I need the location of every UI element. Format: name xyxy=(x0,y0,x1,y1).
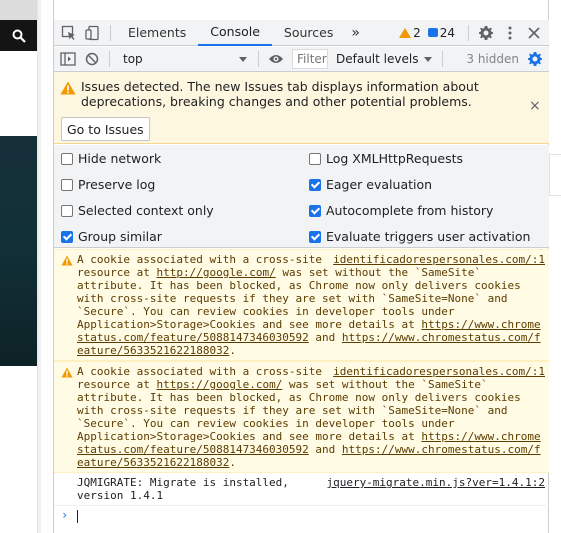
setting-eager-evaluation[interactable]: Eager evaluation xyxy=(309,177,432,192)
hidden-count: 3 hidden xyxy=(466,52,519,66)
checkbox-checked[interactable] xyxy=(309,178,321,191)
warning-icon xyxy=(60,81,76,95)
device-icon[interactable] xyxy=(81,21,105,45)
console-warning-message: identificadorespersonales.com/:1 A cooki… xyxy=(54,361,549,473)
toolbar-divider xyxy=(468,24,469,41)
issues-banner: Issues detected. The new Issues tab disp… xyxy=(54,72,549,144)
setting-hide-network[interactable]: Hide network xyxy=(61,151,161,166)
clear-icon[interactable] xyxy=(80,47,104,71)
devtools-tabbar: Elements Console Sources » 2 24 xyxy=(54,20,549,46)
setting-label: Log XMLHttpRequests xyxy=(326,151,464,166)
page-left-fragment xyxy=(0,0,40,533)
gear-icon[interactable] xyxy=(474,21,498,45)
close-icon[interactable]: × xyxy=(529,98,541,114)
message-source-link[interactable]: jquery-migrate.min.js?ver=1.4.1:2 xyxy=(326,476,545,489)
page-search-button[interactable] xyxy=(0,20,37,51)
message-text: and xyxy=(308,443,342,456)
tab-elements[interactable]: Elements xyxy=(116,20,198,46)
message-link[interactable]: http://google.com/ xyxy=(156,266,275,279)
setting-label: Evaluate triggers user activation xyxy=(326,229,531,244)
messages-count: 24 xyxy=(439,25,455,40)
devtools-panel: Elements Console Sources » 2 24 top Filt… xyxy=(53,0,549,533)
setting-group-similar[interactable]: Group similar xyxy=(61,229,162,244)
page-right-fragment xyxy=(548,0,561,533)
setting-label: Group similar xyxy=(78,229,162,244)
setting-evaluate-triggers-user-activation[interactable]: Evaluate triggers user activation xyxy=(309,229,530,244)
eye-icon[interactable] xyxy=(264,47,288,71)
checkbox[interactable] xyxy=(61,178,73,191)
setting-label: Autocomplete from history xyxy=(326,203,494,218)
chevron-down-icon xyxy=(424,56,433,62)
log-levels-dropdown[interactable]: Default levels xyxy=(336,52,433,66)
message-text: . xyxy=(229,456,236,469)
search-icon xyxy=(12,29,26,43)
sidebar-icon[interactable] xyxy=(56,47,80,71)
setting-label: Eager evaluation xyxy=(326,177,433,192)
warnings-count: 2 xyxy=(413,25,421,40)
message-text: and xyxy=(308,331,342,344)
console-prompt[interactable]: › xyxy=(54,506,549,526)
checkbox-checked[interactable] xyxy=(309,204,321,217)
settings-gear-icon[interactable] xyxy=(523,47,547,71)
message-text: . xyxy=(229,344,236,357)
toolbar-divider xyxy=(258,51,259,67)
page-ghost-input xyxy=(549,154,561,196)
page-hero-image xyxy=(0,136,37,366)
message-source-link[interactable]: identificadorespersonales.com/:1 xyxy=(333,253,545,266)
setting-label: Preserve log xyxy=(78,177,156,192)
setting-label: Selected context only xyxy=(78,203,214,218)
checkbox[interactable] xyxy=(309,152,321,165)
page-scrollbar[interactable] xyxy=(37,0,41,533)
checkbox-checked[interactable] xyxy=(309,230,321,243)
message-link[interactable]: https://google.com/ xyxy=(156,378,282,391)
more-tabs-button[interactable]: » xyxy=(345,20,366,46)
context-selector[interactable]: top xyxy=(115,49,253,69)
prompt-chevron-icon: › xyxy=(61,508,69,522)
page-topbar xyxy=(0,0,40,20)
setting-log-xmlhttprequests[interactable]: Log XMLHttpRequests xyxy=(309,151,463,166)
go-to-issues-button[interactable]: Go to Issues xyxy=(61,117,150,141)
issues-counter[interactable]: 2 24 xyxy=(399,26,455,40)
console-toolbar: top Filter Default levels 3 hidden xyxy=(54,47,549,72)
console-warning-message: identificadorespersonales.com/:1 A cooki… xyxy=(54,249,549,361)
console-messages: identificadorespersonales.com/:1 A cooki… xyxy=(54,249,549,533)
toolbar-divider xyxy=(109,51,110,67)
warning-icon xyxy=(61,255,73,266)
inspect-icon[interactable] xyxy=(57,21,81,45)
chevron-down-icon xyxy=(239,56,247,62)
warning-icon xyxy=(399,27,412,38)
context-value: top xyxy=(123,52,143,66)
log-levels-value: Default levels xyxy=(336,52,419,66)
tab-console[interactable]: Console xyxy=(198,20,272,46)
message-source-link[interactable]: identificadorespersonales.com/:1 xyxy=(333,365,545,378)
issues-banner-text: Issues detected. The new Issues tab disp… xyxy=(81,79,479,109)
message-icon xyxy=(427,28,438,37)
message-text: JQMIGRATE: Migrate is installed, version… xyxy=(77,476,289,502)
setting-selected-context-only[interactable]: Selected context only xyxy=(61,203,214,218)
setting-label: Hide network xyxy=(78,151,162,166)
close-icon[interactable] xyxy=(522,21,546,45)
warning-icon xyxy=(61,367,73,378)
checkbox[interactable] xyxy=(61,204,73,217)
checkbox-checked[interactable] xyxy=(61,230,73,243)
setting-autocomplete-from-history[interactable]: Autocomplete from history xyxy=(309,203,493,218)
checkbox[interactable] xyxy=(61,152,73,165)
tab-sources[interactable]: Sources xyxy=(272,20,345,46)
setting-preserve-log[interactable]: Preserve log xyxy=(61,177,155,192)
filter-input[interactable]: Filter xyxy=(292,49,328,69)
console-settings-pane: Hide network Preserve log Selected conte… xyxy=(54,145,549,248)
console-info-message: jquery-migrate.min.js?ver=1.4.1:2 JQMIGR… xyxy=(54,473,549,506)
text-cursor xyxy=(77,509,78,523)
kebab-icon[interactable] xyxy=(498,21,522,45)
toolbar-divider xyxy=(110,24,111,41)
toolbar-divider xyxy=(442,51,444,67)
